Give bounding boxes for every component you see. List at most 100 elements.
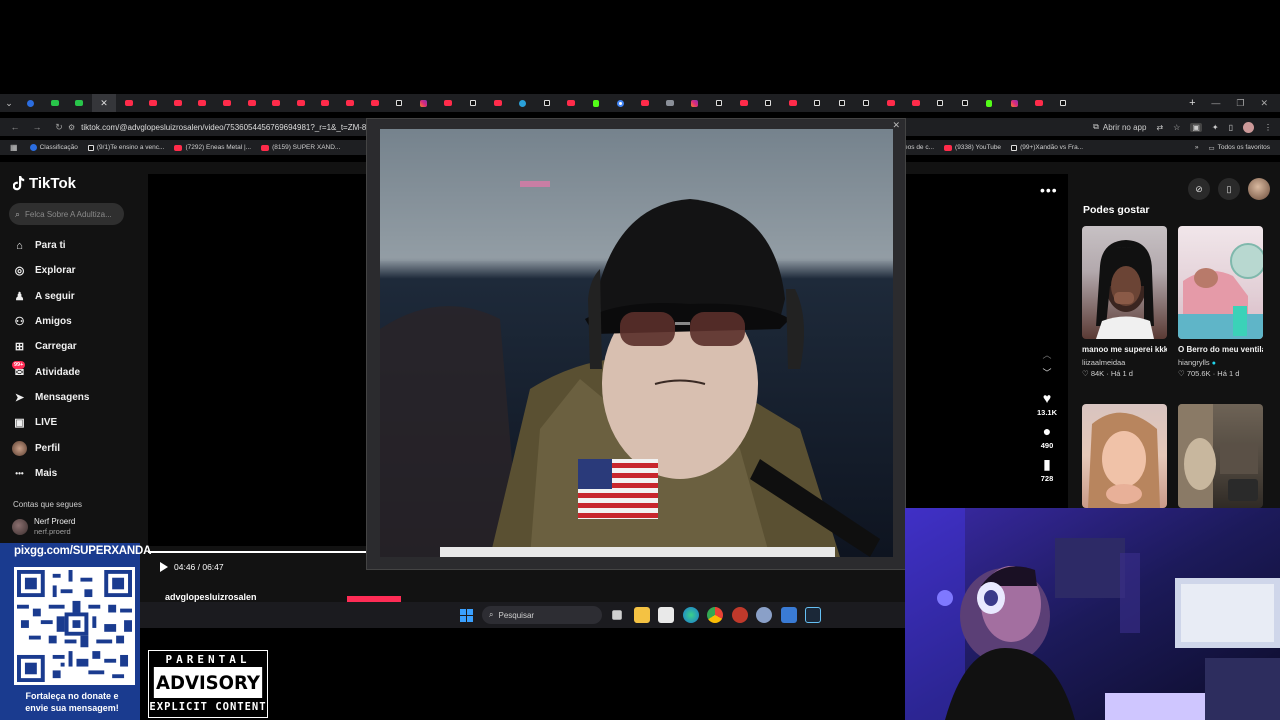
browser-tab[interactable]: [559, 94, 584, 112]
bookmark-2[interactable]: (7292) Eneas Metal |...: [174, 144, 251, 151]
chrome-icon[interactable]: [707, 607, 723, 623]
browser-tab[interactable]: [43, 94, 68, 112]
browser-tab[interactable]: [239, 94, 264, 112]
bookmark-3[interactable]: (8159) SUPER XAND...: [261, 144, 340, 151]
minimize-icon[interactable]: —: [1211, 98, 1220, 109]
sidebar-icon[interactable]: ▯: [1229, 123, 1233, 132]
restore-icon[interactable]: ❐: [1236, 98, 1244, 109]
heart-icon[interactable]: ♥: [1043, 390, 1051, 406]
bookmark-0[interactable]: Classificação: [29, 144, 78, 151]
browser-tab[interactable]: [903, 94, 928, 112]
bookmark-1[interactable]: (9/1)Te ensino a venc...: [87, 144, 164, 151]
back-icon[interactable]: ←: [4, 122, 26, 132]
browser-tab[interactable]: [1002, 94, 1027, 112]
browser-tab[interactable]: [362, 94, 387, 112]
suggestion-card[interactable]: — — — manoo me superei kkkkkk liizaalmei…: [1082, 226, 1167, 378]
active-tab[interactable]: ✕: [91, 94, 117, 112]
browser-tab[interactable]: [977, 94, 1002, 112]
edge-icon[interactable]: [682, 607, 699, 623]
tiktok-search-input[interactable]: ⌕ Felca Sobre A Adultiza...: [9, 203, 124, 225]
tiktok-logo[interactable]: TikTok: [12, 175, 76, 192]
browser-tab[interactable]: [116, 94, 141, 112]
url-field[interactable]: ⚙ tiktok.com/@advglopesluizrosalen/video…: [68, 118, 368, 136]
suggestion-card[interactable]: [1178, 404, 1263, 508]
browser-tab[interactable]: [461, 94, 486, 112]
close-tab-icon[interactable]: ✕: [100, 98, 108, 109]
browser-tab[interactable]: [953, 94, 978, 112]
steam-icon[interactable]: [805, 607, 821, 623]
browser-tab[interactable]: [387, 94, 412, 112]
settings-icon[interactable]: [756, 607, 772, 623]
taskbar-search-input[interactable]: ⌕ Pesquisar: [482, 606, 602, 624]
browser-tab[interactable]: [313, 94, 338, 112]
coins-icon[interactable]: ⊘: [1188, 178, 1210, 200]
browser-tab[interactable]: [215, 94, 240, 112]
device-icon[interactable]: ▯: [1218, 178, 1240, 200]
tab-search-dropdown-icon[interactable]: ⌄: [0, 94, 18, 112]
nav-item-atividade[interactable]: ✉ 99+ Atividade: [12, 359, 142, 384]
video-author[interactable]: advglopesluizrosalen: [165, 592, 257, 602]
nav-item-amigos[interactable]: ⚇ Amigos: [12, 309, 142, 334]
browser-tab[interactable]: [510, 94, 535, 112]
browser-tab[interactable]: [1051, 94, 1076, 112]
app-blue-icon[interactable]: [780, 607, 797, 623]
apps-grid-icon[interactable]: ▦: [10, 143, 18, 152]
extension-badge-icon[interactable]: ▣: [1190, 122, 1202, 132]
previous-video-icon[interactable]: ︿: [1042, 348, 1051, 366]
profile-avatar-icon[interactable]: [1243, 121, 1254, 133]
popup-video-window[interactable]: ✕: [366, 118, 906, 570]
browser-tab[interactable]: [338, 94, 363, 112]
browser-tab[interactable]: [141, 94, 166, 112]
browser-tab[interactable]: [707, 94, 732, 112]
browser-tab[interactable]: [166, 94, 191, 112]
browser-tab[interactable]: [780, 94, 805, 112]
windows-start-icon[interactable]: [460, 609, 473, 622]
browser-tab[interactable]: [682, 94, 707, 112]
nav-item-perfil[interactable]: Perfil: [12, 435, 142, 460]
file-explorer-icon[interactable]: [633, 607, 650, 623]
browser-tab[interactable]: [633, 94, 658, 112]
all-favorites[interactable]: ▭ Todos os favoritos: [1208, 144, 1270, 152]
nav-item-carregar[interactable]: ⊞ Carregar: [12, 334, 142, 359]
browser-tab[interactable]: [731, 94, 756, 112]
browser-menu-icon[interactable]: ⋮: [1264, 123, 1272, 132]
browser-tab[interactable]: [1026, 94, 1051, 112]
browser-tab[interactable]: [584, 94, 609, 112]
browser-tab[interactable]: [412, 94, 437, 112]
more-bookmarks-icon[interactable]: »: [1195, 144, 1199, 151]
extensions-icon[interactable]: ✦: [1212, 123, 1219, 132]
bookmark-star-icon[interactable]: ☆: [1173, 123, 1180, 132]
bookmark-icon[interactable]: ▮: [1043, 456, 1051, 472]
nav-item-a-seguir[interactable]: ♟ A seguir: [12, 284, 142, 309]
nav-item-live[interactable]: ▣ LIVE: [12, 410, 142, 435]
browser-tab[interactable]: [67, 94, 92, 112]
bookmark-6[interactable]: (99+)Xandão vs Fra...: [1011, 144, 1083, 151]
browser-tab[interactable]: [534, 94, 559, 112]
browser-tab[interactable]: [190, 94, 215, 112]
new-tab-button[interactable]: +: [1181, 97, 1203, 109]
close-window-icon[interactable]: ✕: [1260, 98, 1268, 109]
browser-tab[interactable]: [18, 94, 43, 112]
nav-item-mais[interactable]: ••• Mais: [12, 461, 142, 486]
suggestion-card[interactable]: [1082, 404, 1167, 508]
browser-tab[interactable]: [756, 94, 781, 112]
browser-tab[interactable]: [805, 94, 830, 112]
nav-item-para-ti[interactable]: ⌂ Para ti: [12, 233, 142, 258]
nav-item-explorar[interactable]: ◎ Explorar: [12, 258, 142, 283]
play-icon[interactable]: [160, 562, 168, 572]
close-icon[interactable]: ✕: [892, 120, 900, 131]
browser-tab[interactable]: [608, 94, 633, 112]
browser-tab[interactable]: [854, 94, 879, 112]
forward-icon[interactable]: →: [26, 122, 48, 132]
browser-tab[interactable]: [289, 94, 314, 112]
browser-tab[interactable]: [879, 94, 904, 112]
reload-icon[interactable]: ↻: [48, 122, 70, 133]
translate-icon[interactable]: ⇄: [1156, 123, 1163, 132]
browser-tab[interactable]: [436, 94, 461, 112]
following-account[interactable]: Nerf Proerd nerf.proerd: [12, 517, 75, 537]
nav-item-mensagens[interactable]: ➤ Mensagens: [12, 385, 142, 410]
browser-tab[interactable]: [830, 94, 855, 112]
open-in-app-button[interactable]: ⧉ Abrir no app: [1093, 122, 1146, 132]
browser-tab[interactable]: [264, 94, 289, 112]
browser-tab[interactable]: [657, 94, 682, 112]
